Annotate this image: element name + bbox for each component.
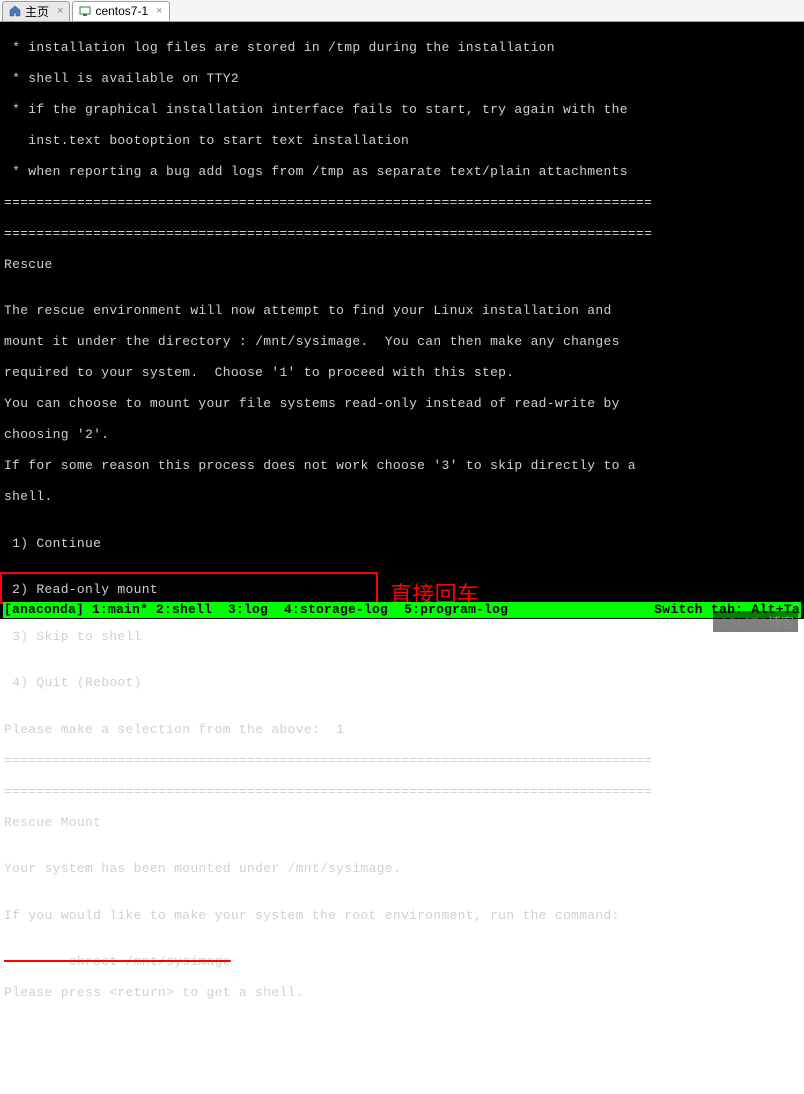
text-line: You can choose to mount your file system… [4,396,800,412]
chroot-command: chroot /mnt/sysimage [4,954,800,970]
press-return-prompt: Please press <return> to get a shell. [4,985,800,1001]
section-title: Rescue Mount [4,815,800,831]
section-title: Rescue [4,257,800,273]
tab-home[interactable]: 主页 × [2,1,70,21]
text-line: The rescue environment will now attempt … [4,303,800,319]
text-line: choosing '2'. [4,427,800,443]
menu-option: 3) Skip to shell [4,629,800,645]
text-line: inst.text bootoption to start text insta… [4,133,800,149]
divider-line: ========================================… [4,753,800,769]
text-line: If you would like to make your system th… [4,908,800,924]
tab-vm[interactable]: centos7-1 × [72,1,169,21]
selection-prompt: Please make a selection from the above: … [4,722,800,738]
tab-vm-label: centos7-1 [95,4,148,18]
divider-line: ========================================… [4,784,800,800]
text-line: * installation log files are stored in /… [4,40,800,56]
text-line: mount it under the directory : /mnt/sysi… [4,334,800,350]
text-line: If for some reason this process does not… [4,458,800,474]
terminal-output[interactable]: * installation log files are stored in /… [0,22,804,619]
divider-line: ========================================… [4,195,800,211]
monitor-icon [79,5,91,17]
annotation-text: 直接回车 [390,587,479,603]
tab-home-label: 主页 [25,3,49,20]
home-icon [9,5,21,17]
status-left: [anaconda] 1:main* 2:shell 3:log 4:stora… [4,602,508,618]
tab-bar: 主页 × centos7-1 × [0,0,804,22]
close-icon[interactable]: × [57,5,63,17]
text-line: shell. [4,489,800,505]
tmux-status-bar: [anaconda] 1:main* 2:shell 3:log 4:stora… [3,602,801,618]
text-line: required to your system. Choose '1' to p… [4,365,800,381]
text-line: * if the graphical installation interfac… [4,102,800,118]
text-line: * when reporting a bug add logs from /tm… [4,164,800,180]
text-line: * shell is available on TTY2 [4,71,800,87]
divider-line: ========================================… [4,226,800,242]
close-icon[interactable]: × [156,5,162,17]
watermark: @51CTO博客 [713,611,798,632]
text-line: Your system has been mounted under /mnt/… [4,861,800,877]
menu-option: 1) Continue [4,536,800,552]
menu-option: 4) Quit (Reboot) [4,675,800,691]
